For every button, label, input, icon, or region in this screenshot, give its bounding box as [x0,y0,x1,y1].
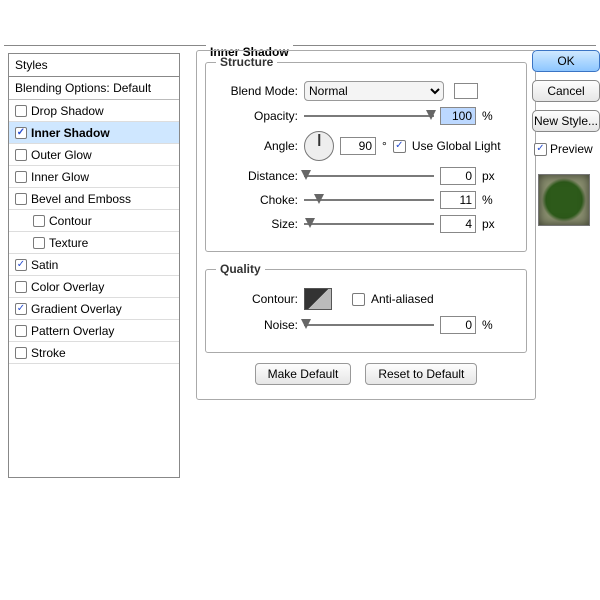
style-label: Gradient Overlay [31,302,122,316]
style-label: Texture [49,236,88,250]
reset-default-button[interactable]: Reset to Default [365,363,477,385]
style-row-texture[interactable]: Texture [9,232,179,254]
style-checkbox[interactable] [15,193,27,205]
style-row-satin[interactable]: ✓ Satin [9,254,179,276]
style-checkbox[interactable]: ✓ [15,303,27,315]
angle-input[interactable] [340,137,376,155]
style-row-drop-shadow[interactable]: Drop Shadow [9,100,179,122]
style-label: Bevel and Emboss [31,192,131,206]
blending-options-row[interactable]: Blending Options: Default [9,77,179,100]
style-checkbox[interactable]: ✓ [15,127,27,139]
contour-picker[interactable] [304,288,332,310]
style-label: Stroke [31,346,66,360]
anti-aliased-label: Anti-aliased [371,292,434,306]
style-checkbox[interactable] [15,281,27,293]
style-label: Contour [49,214,92,228]
blend-mode-select[interactable]: Normal [304,81,444,101]
quality-legend: Quality [216,262,265,276]
distance-slider[interactable] [304,169,434,183]
style-row-stroke[interactable]: Stroke [9,342,179,364]
style-checkbox[interactable] [33,215,45,227]
new-style-button[interactable]: New Style... [532,110,600,132]
style-label: Inner Shadow [31,126,110,140]
style-checkbox[interactable] [33,237,45,249]
styles-header[interactable]: Styles [9,54,179,77]
blend-color-swatch[interactable] [454,83,478,99]
style-label: Color Overlay [31,280,104,294]
angle-dial[interactable] [304,131,334,161]
noise-input[interactable] [440,316,476,334]
style-checkbox[interactable] [15,325,27,337]
style-checkbox[interactable] [15,149,27,161]
style-label: Inner Glow [31,170,89,184]
preview-label: Preview [550,142,593,156]
right-column: OK Cancel New Style... ✓ Preview [548,50,600,226]
size-label: Size: [216,217,298,231]
size-unit: px [482,217,495,231]
style-label: Outer Glow [31,148,92,162]
noise-slider[interactable] [304,318,434,332]
quality-group: Quality Contour: Anti-aliased Noise: % [205,262,527,353]
noise-unit: % [482,318,493,332]
global-light-checkbox[interactable]: ✓ [393,140,406,153]
styles-list: Styles Blending Options: Default Drop Sh… [8,53,180,478]
distance-label: Distance: [216,169,298,183]
global-light-label: Use Global Light [412,139,501,153]
inner-shadow-panel: Structure Blend Mode: Normal Opacity: % … [196,50,536,400]
opacity-label: Opacity: [216,109,298,123]
distance-input[interactable] [440,167,476,185]
cancel-button[interactable]: Cancel [532,80,600,102]
choke-slider[interactable] [304,193,434,207]
distance-unit: px [482,169,495,183]
choke-label: Choke: [216,193,298,207]
style-checkbox[interactable]: ✓ [15,259,27,271]
angle-label: Angle: [216,139,298,153]
noise-label: Noise: [216,318,298,332]
style-label: Drop Shadow [31,104,104,118]
opacity-slider[interactable] [304,109,434,123]
size-input[interactable] [440,215,476,233]
structure-legend: Structure [216,55,277,69]
style-checkbox[interactable] [15,105,27,117]
contour-label: Contour: [216,292,298,306]
anti-aliased-checkbox[interactable] [352,293,365,306]
preview-checkbox[interactable]: ✓ [534,143,547,156]
angle-unit: ° [382,139,387,153]
make-default-button[interactable]: Make Default [255,363,352,385]
blend-mode-label: Blend Mode: [216,84,298,98]
choke-unit: % [482,193,493,207]
style-row-contour[interactable]: Contour [9,210,179,232]
choke-input[interactable] [440,191,476,209]
style-checkbox[interactable] [15,347,27,359]
ok-button[interactable]: OK [532,50,600,72]
style-row-inner-glow[interactable]: Inner Glow [9,166,179,188]
style-label: Satin [31,258,58,272]
opacity-unit: % [482,109,493,123]
size-slider[interactable] [304,217,434,231]
style-checkbox[interactable] [15,171,27,183]
structure-group: Structure Blend Mode: Normal Opacity: % … [205,55,527,252]
opacity-input[interactable] [440,107,476,125]
style-row-inner-shadow[interactable]: ✓ Inner Shadow [9,122,179,144]
style-row-color-overlay[interactable]: Color Overlay [9,276,179,298]
style-row-gradient-overlay[interactable]: ✓ Gradient Overlay [9,298,179,320]
style-row-outer-glow[interactable]: Outer Glow [9,144,179,166]
style-row-bevel-and-emboss[interactable]: Bevel and Emboss [9,188,179,210]
preview-thumbnail [538,174,590,226]
style-row-pattern-overlay[interactable]: Pattern Overlay [9,320,179,342]
style-label: Pattern Overlay [31,324,114,338]
